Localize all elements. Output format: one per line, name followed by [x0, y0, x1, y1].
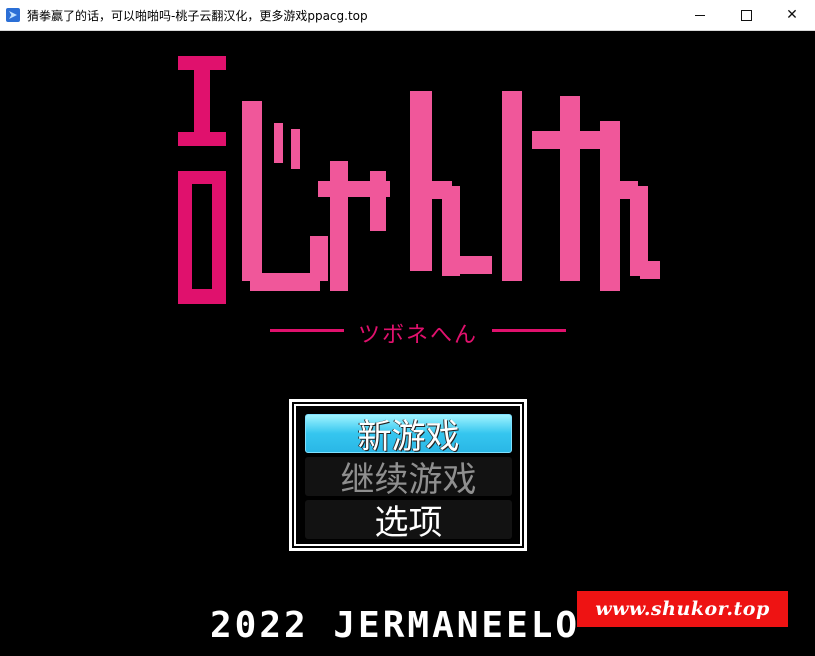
- menu-new-game[interactable]: 新游戏: [305, 414, 512, 457]
- game-canvas[interactable]: ツボネへん 新游戏 继续游戏 选项 2022 JERMANEELO www.sh…: [0, 31, 815, 656]
- copyright-text: 2022 JERMANEELO: [210, 605, 581, 646]
- menu-continue[interactable]: 继续游戏: [305, 457, 512, 500]
- minimize-icon: [695, 14, 705, 16]
- subtitle-divider-right: [492, 329, 566, 332]
- close-icon: ✕: [786, 7, 798, 23]
- game-logo: [178, 56, 660, 304]
- title-bar[interactable]: 猜拳赢了的话，可以啪啪吗-桃子云翻汉化，更多游戏ppacg.top ✕: [0, 0, 815, 31]
- window-title: 猜拳赢了的话，可以啪啪吗-桃子云翻汉化，更多游戏ppacg.top: [27, 9, 368, 23]
- watermark-badge: www.shukor.top: [577, 591, 788, 627]
- minimize-button[interactable]: [677, 0, 723, 30]
- logo-glyph-e-ro: [178, 56, 226, 304]
- app-icon: [6, 8, 20, 22]
- maximize-icon: [740, 9, 752, 21]
- close-button[interactable]: ✕: [769, 0, 815, 30]
- subtitle-row: ツボネへん: [270, 316, 566, 348]
- maximize-button[interactable]: [723, 0, 769, 30]
- subtitle-divider-left: [270, 329, 344, 332]
- menu-options[interactable]: 选项: [305, 500, 512, 543]
- title-menu: 新游戏 继续游戏 选项: [289, 399, 527, 551]
- game-window: 猜拳赢了的话，可以啪啪吗-桃子云翻汉化，更多游戏ppacg.top ✕ ツボネへ…: [0, 0, 815, 656]
- logo-glyph-janken: [242, 91, 660, 291]
- subtitle: ツボネへん: [357, 323, 478, 348]
- watermark-text: www.shukor.top: [595, 598, 770, 620]
